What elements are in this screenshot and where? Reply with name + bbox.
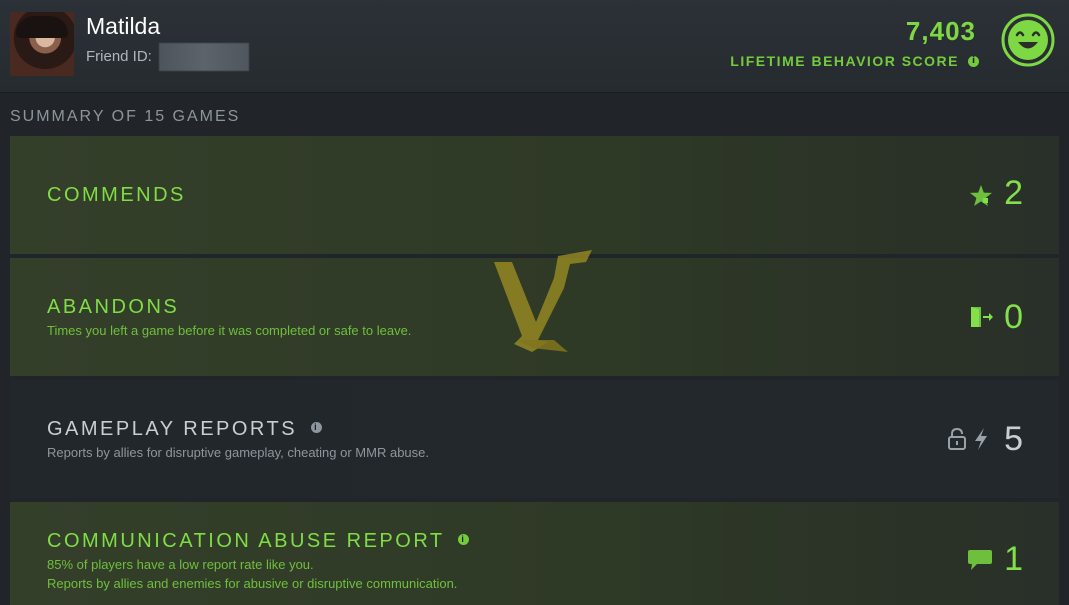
communication-abuse-description: Reports by allies and enemies for abusiv… [47, 576, 458, 591]
commends-title: COMMENDS [47, 184, 186, 206]
communication-abuse-title: COMMUNICATION ABUSE REPORT [47, 530, 445, 552]
info-icon[interactable]: i [458, 534, 470, 546]
commends-row: COMMENDS 2 [10, 136, 1059, 254]
abandons-title: ABANDONS [47, 296, 180, 318]
chat-bubble-icon [968, 550, 992, 570]
lightning-icon [975, 428, 987, 450]
info-icon[interactable]: i [311, 422, 323, 434]
behavior-score-value: 7,403 [905, 16, 976, 46]
abandons-description: Times you left a game before it was comp… [47, 323, 412, 338]
player-name: Matilda [86, 13, 161, 39]
communication-abuse-row: COMMUNICATION ABUSE REPORT i 85% of play… [10, 502, 1059, 605]
gameplay-reports-count: 5 [1004, 420, 1023, 458]
communication-abuse-stat: 85% of players have a low report rate li… [47, 557, 314, 572]
communication-abuse-count: 1 [1004, 540, 1023, 578]
star-icon [970, 185, 992, 206]
summary-title: SUMMARY OF 15 GAMES [10, 108, 241, 125]
exit-door-icon [971, 307, 993, 327]
lock-icon [948, 428, 966, 450]
abandons-count: 0 [1004, 298, 1023, 336]
friend-id-redacted [159, 43, 249, 71]
friend-id-label: Friend ID: [86, 48, 152, 65]
gameplay-reports-description: Reports by allies for disruptive gamepla… [47, 445, 429, 460]
smiley-face-icon [1001, 13, 1055, 67]
gameplay-reports-title: GAMEPLAY REPORTS [47, 418, 298, 440]
logo-watermark-icon [494, 250, 592, 352]
behavior-score-label: LIFETIME BEHAVIOR SCORE [730, 53, 959, 69]
profile-header: Matilda Friend ID: 7,403 LIFETIME BEHAVI… [0, 0, 1069, 93]
info-icon[interactable]: i [968, 56, 979, 67]
commends-count: 2 [1004, 174, 1023, 212]
player-avatar[interactable] [10, 12, 74, 76]
gameplay-reports-row: GAMEPLAY REPORTS i Reports by allies for… [10, 380, 1059, 498]
